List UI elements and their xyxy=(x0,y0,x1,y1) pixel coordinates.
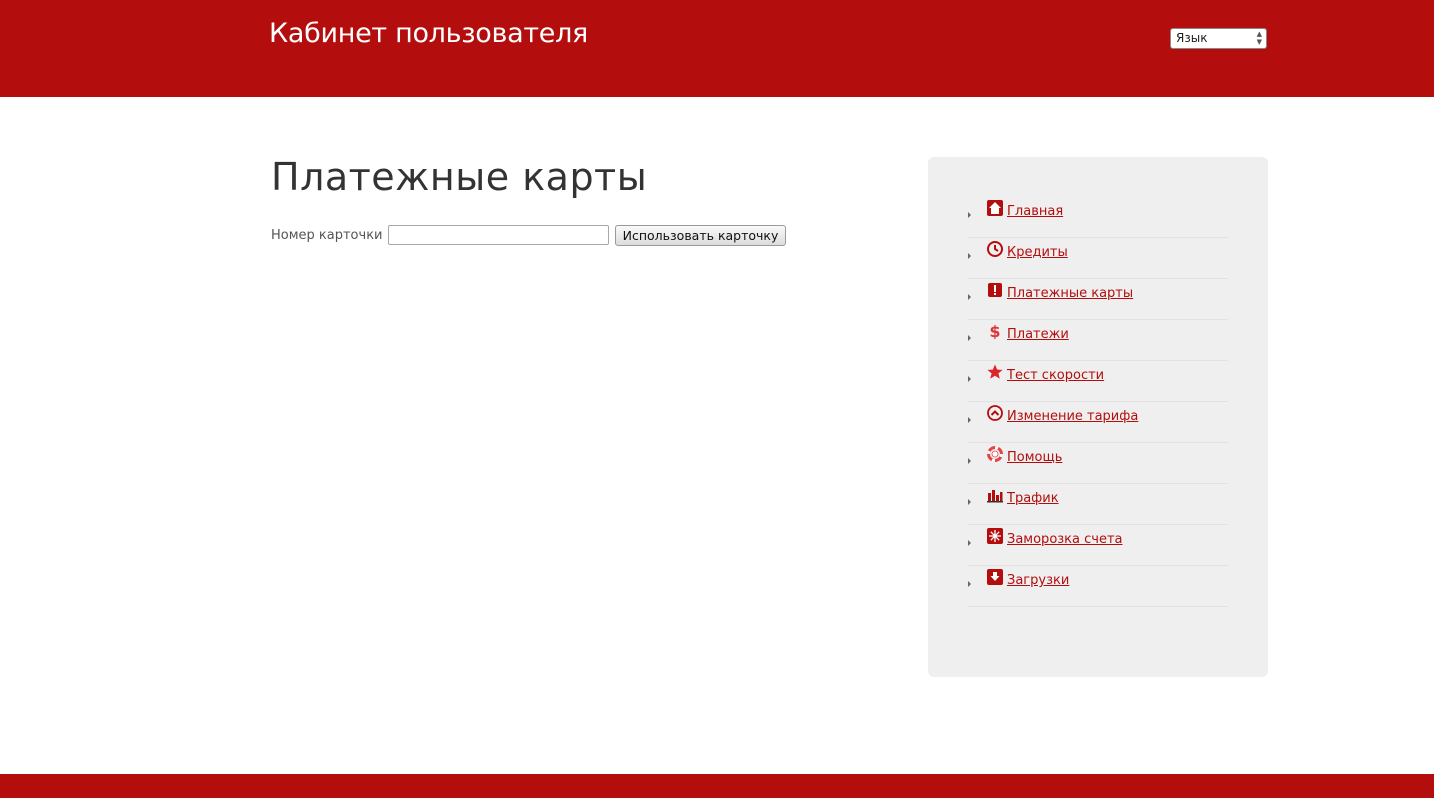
sidebar-item-change-tariff: Изменение тарифа xyxy=(968,402,1228,443)
sidebar-item-label: Заморозка счета xyxy=(1007,532,1123,547)
sidebar-link-credits[interactable]: Кредиты xyxy=(987,241,1068,260)
bullet-icon xyxy=(968,253,971,259)
chevron-up-circle-icon xyxy=(987,405,1003,421)
select-arrows-icon: ▲ ▼ xyxy=(1256,30,1262,46)
sidebar-item-label: Помощь xyxy=(1007,450,1063,465)
sidebar-item-label: Загрузки xyxy=(1007,573,1070,588)
sidebar-item-account-freeze: Заморозка счета xyxy=(968,525,1228,566)
sidebar-item-label: Платежи xyxy=(1007,327,1069,342)
bullet-icon xyxy=(968,581,971,587)
header-bar: Кабинет пользователя Язык ▲ ▼ xyxy=(0,0,1434,97)
language-select-value: Язык xyxy=(1176,31,1208,45)
use-card-button[interactable]: Использовать карточку xyxy=(615,225,786,246)
language-select[interactable]: Язык ▲ ▼ xyxy=(1170,28,1267,49)
site-title: Кабинет пользователя xyxy=(269,18,589,49)
sidebar-item-label: Изменение тарифа xyxy=(1007,409,1139,424)
sidebar-item-speed-test: Тест скорости xyxy=(968,361,1228,402)
sidebar-item-credits: Кредиты xyxy=(968,238,1228,279)
bullet-icon xyxy=(968,499,971,505)
sidebar-link-payments[interactable]: $ Платежи xyxy=(987,323,1069,342)
card-number-input[interactable] xyxy=(388,225,609,245)
lifebuoy-icon xyxy=(987,446,1003,462)
bullet-icon xyxy=(968,376,971,382)
sidebar-item-label: Тест скорости xyxy=(1007,368,1105,383)
sidebar-item-label: Трафик xyxy=(1007,491,1059,506)
sidebar-nav: Главная Кредиты Платежные карты $ Платеж… xyxy=(968,197,1228,607)
sidebar-item-label: Главная xyxy=(1007,204,1064,219)
bullet-icon xyxy=(968,540,971,546)
sidebar-link-home[interactable]: Главная xyxy=(987,200,1064,219)
sidebar-link-payment-cards[interactable]: Платежные карты xyxy=(987,283,1134,301)
sidebar-item-home: Главная xyxy=(968,197,1228,238)
bullet-icon xyxy=(968,458,971,464)
download-icon xyxy=(987,569,1003,585)
sidebar-link-traffic[interactable]: Трафик xyxy=(987,490,1059,506)
bullet-icon xyxy=(968,335,971,341)
home-icon xyxy=(987,200,1003,216)
page-title: Платежные карты xyxy=(271,155,648,199)
exclamation-icon xyxy=(988,283,1002,297)
sidebar-item-payment-cards: Платежные карты xyxy=(968,279,1228,320)
bullet-icon xyxy=(968,417,971,423)
bullet-icon xyxy=(968,212,971,218)
sidebar-item-help: Помощь xyxy=(968,443,1228,484)
footer-bar xyxy=(0,774,1434,798)
sidebar-item-payments: $ Платежи xyxy=(968,320,1228,361)
bullet-icon xyxy=(968,294,971,300)
snowflake-icon xyxy=(987,528,1003,544)
sidebar-link-downloads[interactable]: Загрузки xyxy=(987,569,1070,588)
dollar-icon: $ xyxy=(989,323,1000,339)
sidebar-item-label: Платежные карты xyxy=(1007,286,1134,301)
card-number-label: Номер карточки xyxy=(271,228,383,243)
sidebar-link-account-freeze[interactable]: Заморозка счета xyxy=(987,528,1123,547)
sidebar-link-change-tariff[interactable]: Изменение тарифа xyxy=(987,405,1139,424)
sidebar-item-downloads: Загрузки xyxy=(968,566,1228,607)
sidebar-item-label: Кредиты xyxy=(1007,245,1068,260)
sidebar-link-help[interactable]: Помощь xyxy=(987,446,1063,465)
sidebar-link-speed-test[interactable]: Тест скорости xyxy=(987,364,1105,383)
bar-chart-icon xyxy=(987,490,1003,503)
svg-text:$: $ xyxy=(989,323,1000,339)
clock-icon xyxy=(987,241,1003,257)
sidebar: Главная Кредиты Платежные карты $ Платеж… xyxy=(928,157,1268,677)
star-icon xyxy=(987,364,1003,379)
sidebar-item-traffic: Трафик xyxy=(968,484,1228,525)
